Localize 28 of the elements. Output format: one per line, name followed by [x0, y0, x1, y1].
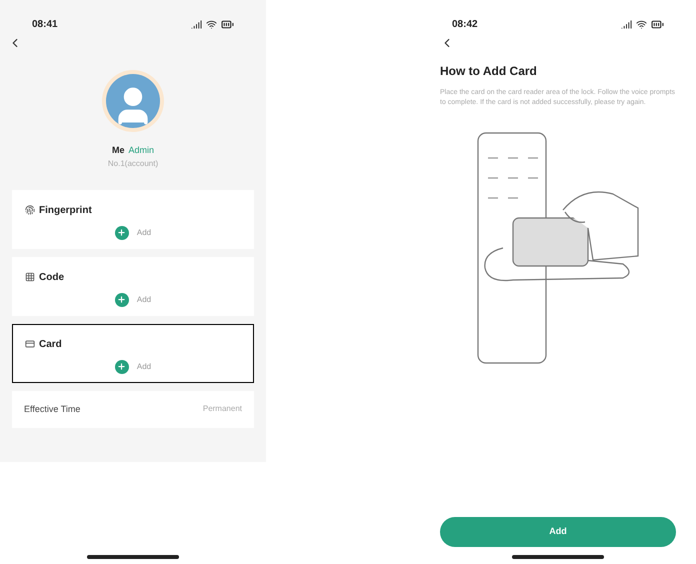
- page-title: How to Add Card: [440, 63, 538, 80]
- battery-icon: [221, 18, 234, 30]
- effective-time-label: Effective Time: [24, 402, 80, 416]
- add-button[interactable]: Add: [440, 517, 676, 547]
- status-time: 08:41: [32, 18, 58, 32]
- member-role: Admin: [128, 144, 154, 157]
- status-time: 08:42: [452, 18, 478, 32]
- code-icon: [25, 272, 35, 282]
- member-name: Me: [112, 144, 124, 157]
- battery-icon: [651, 18, 664, 30]
- effective-time-value: Permanent: [202, 403, 242, 416]
- fingerprint-icon: [25, 205, 35, 215]
- signal-icon: [621, 18, 632, 30]
- credential-label: Fingerprint: [39, 204, 92, 218]
- plus-icon: [117, 362, 126, 371]
- plus-icon: [117, 228, 126, 237]
- signal-icon: [191, 18, 202, 30]
- member-subtitle: No.1(account): [106, 158, 160, 170]
- credential-label: Code: [39, 270, 64, 284]
- card-icon: [25, 339, 35, 349]
- wifi-icon: [206, 18, 217, 30]
- plus-icon: [117, 295, 126, 304]
- wifi-icon: [636, 18, 647, 30]
- add-credential-button[interactable]: Add: [114, 292, 152, 306]
- credential-label: Card: [39, 338, 62, 352]
- add-credential-button[interactable]: Add: [114, 360, 152, 374]
- effective-time-row[interactable]: Effective Time Permanent: [12, 390, 254, 428]
- add-credential-button[interactable]: Add: [114, 226, 152, 240]
